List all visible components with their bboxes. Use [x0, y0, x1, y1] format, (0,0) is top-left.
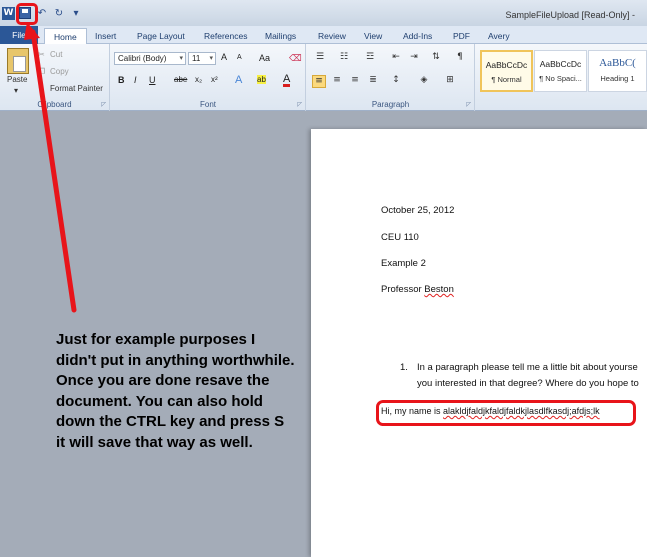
copy-button[interactable]: Copy [50, 67, 69, 76]
professor-prefix: Professor [381, 284, 425, 295]
line-spacing-icon[interactable]: ↕ [389, 75, 403, 88]
instruction-text: Just for example purposes I didn't put i… [56, 331, 295, 451]
font-name-select[interactable]: Calibri (Body) ▾ [114, 52, 186, 65]
doc-example: Example 2 [381, 258, 426, 269]
chevron-down-icon: ▾ [209, 55, 213, 62]
change-case-button[interactable]: Aa [259, 53, 270, 63]
font-launcher-icon[interactable]: ◸ [297, 101, 302, 108]
italic-button[interactable]: I [134, 75, 137, 85]
tab-avery[interactable]: Avery [488, 28, 510, 44]
shrink-font-button[interactable]: A [237, 54, 242, 61]
strikethrough-button[interactable]: abe [174, 75, 187, 84]
align-left-button[interactable]: ≡ [312, 75, 326, 88]
style-no-spacing[interactable]: AaBbCcDc ¶ No Spaci... [534, 50, 587, 92]
font-group: Calibri (Body) ▾ 11 ▾ A A Aa ⌫ B I U abe x… [111, 44, 306, 111]
copy-icon[interactable]: ❐ [38, 67, 45, 76]
tab-view[interactable]: View [364, 28, 382, 44]
tab-add-ins[interactable]: Add-Ins [403, 28, 432, 44]
bold-button[interactable]: B [118, 75, 125, 85]
tab-mailings[interactable]: Mailings [265, 28, 296, 44]
tab-page-layout[interactable]: Page Layout [137, 28, 185, 44]
paragraph-group: ☰ ☷ ☲ ⇤ ⇥ ⇅ ¶ ≡ ≡ ≡ ≣ ↕ ◈ ⊞ Paragraph ◸ [307, 44, 475, 111]
question-line-1: In a paragraph please tell me a little b… [417, 362, 638, 373]
text-effects-button[interactable]: A [235, 74, 242, 86]
redo-button[interactable]: ↻ [52, 6, 66, 20]
customize-qat-button[interactable]: ▾ [69, 6, 83, 20]
style-name: ¶ No Spaci... [539, 74, 582, 83]
borders-icon[interactable]: ⊞ [443, 75, 457, 88]
clipboard-label: Clipboard [37, 100, 72, 109]
underline-button[interactable]: U [149, 75, 156, 85]
paste-button[interactable]: Paste [7, 75, 27, 84]
paste-dropdown-icon[interactable]: ▾ [14, 86, 18, 95]
clipboard-launcher-icon[interactable]: ◸ [101, 101, 106, 108]
style-name: ¶ Normal [491, 75, 522, 84]
paragraph-label: Paragraph [371, 100, 410, 109]
tab-review[interactable]: Review [318, 28, 346, 44]
sort-icon[interactable]: ⇅ [429, 52, 443, 65]
window-title: SampleFileUpload [Read-Only] - [505, 10, 635, 20]
style-sample: AaBbC( [599, 57, 636, 69]
professor-name: Beston [424, 284, 454, 295]
align-right-button[interactable]: ≡ [348, 75, 362, 88]
word-logo-icon[interactable]: W [2, 6, 15, 20]
quick-access-toolbar: W ↶ ↻ ▾ [2, 6, 83, 20]
styles-group: AaBbCcDc ¶ Normal AaBbCcDc ¶ No Spaci...… [476, 44, 647, 111]
align-center-button[interactable]: ≡ [330, 75, 344, 88]
question-line-2: you interested in that degree? Where do … [417, 378, 639, 389]
show-marks-button[interactable]: ¶ [453, 52, 467, 65]
numbering-icon[interactable]: ☷ [337, 52, 351, 65]
superscript-button[interactable]: x² [211, 75, 218, 84]
grow-font-button[interactable]: A [221, 52, 227, 62]
clipboard-group: Paste ▾ ✂ Cut ❐ Copy ✎ Format Painter Cl… [0, 44, 110, 111]
chevron-down-icon: ▾ [179, 55, 183, 62]
increase-indent-icon[interactable]: ⇥ [407, 52, 421, 65]
doc-date: October 25, 2012 [381, 205, 455, 216]
justify-button[interactable]: ≣ [366, 75, 380, 88]
font-size-value: 11 [192, 54, 201, 63]
multilevel-list-icon[interactable]: ☲ [363, 52, 377, 65]
paragraph-launcher-icon[interactable]: ◸ [466, 101, 471, 108]
font-size-select[interactable]: 11 ▾ [188, 52, 216, 65]
clear-formatting-icon[interactable]: ⌫ [289, 53, 302, 64]
save-highlight-box [16, 3, 38, 25]
doc-professor: Professor Beston [381, 284, 454, 295]
style-sample: AaBbCcDc [485, 60, 528, 70]
tab-insert[interactable]: Insert [95, 28, 116, 44]
list-number: 1. [400, 362, 408, 373]
tab-pdf[interactable]: PDF [453, 28, 470, 44]
paste-icon[interactable] [7, 48, 29, 74]
format-painter-icon[interactable]: ✎ [38, 84, 45, 93]
style-sample: AaBbCcDc [539, 59, 582, 69]
tab-file[interactable]: File [0, 26, 38, 44]
cut-icon[interactable]: ✂ [38, 50, 45, 59]
document-page[interactable]: October 25, 2012 CEU 110 Example 2 Profe… [311, 129, 647, 557]
tab-references[interactable]: References [204, 28, 247, 44]
subscript-button[interactable]: x₂ [195, 75, 202, 84]
style-name: Heading 1 [600, 74, 635, 83]
highlight-button[interactable]: ab [257, 75, 266, 84]
cut-button[interactable]: Cut [50, 50, 62, 59]
doc-course: CEU 110 [381, 232, 419, 243]
answer-highlight-box [376, 400, 636, 426]
ribbon: Paste ▾ ✂ Cut ❐ Copy ✎ Format Painter Cl… [0, 44, 647, 111]
title-bar: W ↶ ↻ ▾ SampleFileUpload [Read-Only] - [0, 0, 647, 26]
font-name-value: Calibri (Body) [118, 54, 167, 63]
shading-icon[interactable]: ◈ [417, 75, 431, 88]
tab-home[interactable]: Home [44, 28, 87, 44]
format-painter-button[interactable]: Format Painter [50, 84, 103, 93]
bullets-icon[interactable]: ☰ [313, 52, 327, 65]
font-color-button[interactable]: A [283, 74, 291, 87]
ribbon-tabs: File Home Insert Page Layout References … [0, 26, 647, 44]
decrease-indent-icon[interactable]: ⇤ [389, 52, 403, 65]
style-normal[interactable]: AaBbCcDc ¶ Normal [480, 50, 533, 92]
font-label: Font [199, 100, 216, 109]
style-heading-1[interactable]: AaBbC( Heading 1 [588, 50, 647, 92]
